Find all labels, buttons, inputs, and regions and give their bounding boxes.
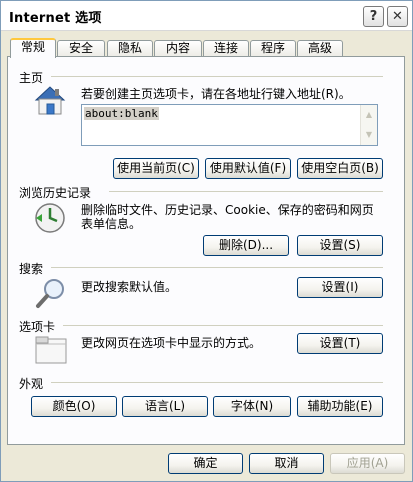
help-button[interactable]: ? [363,6,384,27]
tabs-separator [63,325,383,326]
tabs-description: 更改网页在选项卡中显示的方式。 [81,336,262,350]
tab-content[interactable]: 内容 [154,40,202,57]
accessibility-button[interactable]: 辅助功能(E) [297,396,383,417]
history-clock-icon [35,203,65,233]
history-description-line1: 删除临时文件、历史记录、Cookie、保存的密码和网页 [81,203,374,217]
use-blank-button[interactable]: 使用空白页(B) [297,158,383,179]
home-separator [51,76,383,77]
appearance-section-title: 外观 [19,377,44,391]
use-default-button[interactable]: 使用默认值(F) [205,158,291,179]
title-bar: Internet 选项 ? ✕ [1,1,412,31]
search-description: 更改搜索默认值。 [81,280,178,294]
languages-button[interactable]: 语言(L) [122,396,208,417]
history-separator [109,191,383,192]
tab-security[interactable]: 安全 [57,40,105,57]
tab-privacy[interactable]: 隐私 [107,40,153,57]
ok-button[interactable]: 确定 [168,453,243,474]
window-title: Internet 选项 [9,11,102,26]
home-address-value: about:blank [84,107,159,120]
tab-programs[interactable]: 程序 [250,40,296,57]
close-button[interactable]: ✕ [387,6,408,27]
search-section-title: 搜索 [19,262,44,276]
tab-connections[interactable]: 连接 [203,40,249,57]
scroll-down-icon[interactable]: ▼ [361,125,377,145]
tab-advanced[interactable]: 高级 [297,40,343,57]
search-magnifier-icon [36,279,64,308]
search-separator [51,267,383,268]
address-scrollbar[interactable]: ▲ ▼ [360,105,377,145]
cancel-button[interactable]: 取消 [249,453,324,474]
appearance-separator [51,382,383,383]
history-description-line2: 表单信息。 [81,217,142,231]
history-section-title: 浏览历史记录 [19,186,92,200]
home-icon [34,86,66,115]
history-settings-button[interactable]: 设置(S) [297,235,383,256]
home-section-title: 主页 [19,71,44,85]
internet-options-dialog: Internet 选项 ? ✕ 常规 安全 隐私 内容 连接 程序 高级 主页 … [0,0,413,482]
scroll-up-icon[interactable]: ▲ [361,105,377,125]
delete-history-button[interactable]: 删除(D)... [203,235,289,256]
fonts-button[interactable]: 字体(N) [213,396,291,417]
search-settings-button[interactable]: 设置(I) [297,277,383,298]
tabs-settings-button[interactable]: 设置(T) [297,333,383,354]
tabs-icon [35,336,67,364]
colors-button[interactable]: 颜色(O) [31,396,117,417]
home-address-textarea[interactable]: about:blank ▲ ▼ [81,104,378,146]
use-current-button[interactable]: 使用当前页(C) [113,158,199,179]
apply-button[interactable]: 应用(A) [330,453,405,474]
tab-general[interactable]: 常规 [10,38,56,58]
tabs-section-title: 选项卡 [19,320,56,334]
home-description: 若要创建主页选项卡，请在各地址行键入地址(R)。 [81,87,351,101]
